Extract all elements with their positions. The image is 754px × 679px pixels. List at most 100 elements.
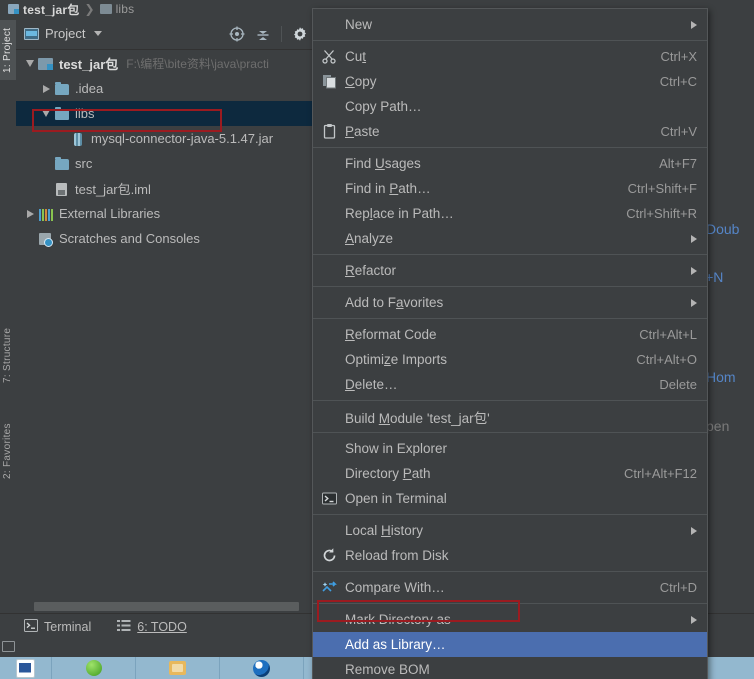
status-window-icon [2,641,15,652]
stripe-button-structure[interactable]: 7: Structure [0,318,16,392]
chevron-down-icon[interactable] [94,31,103,36]
menu-item-optimize-imports[interactable]: Optimize Imports Ctrl+Alt+O [313,347,707,372]
context-menu[interactable]: New Cut Ctrl+X Copy Ctrl+C Copy Path… Paste Ctr… [312,8,708,679]
terminal-icon [321,490,338,507]
menu-separator [313,603,707,604]
tree-label-scratches: Scratches and Consoles [59,231,200,246]
word-icon [16,658,35,678]
menu-separator [313,514,707,515]
stripe-button-favorites[interactable]: 2: Favorites [0,408,16,494]
tree-row-scratches[interactable]: Scratches and Consoles [16,226,314,251]
menu-item-reformat-code[interactable]: Reformat Code Ctrl+Alt+L [313,322,707,347]
twisty-expanded-icon[interactable] [38,110,54,117]
menu-item-compare-with[interactable]: Compare With… Ctrl+D [313,575,707,600]
menu-separator [313,254,707,255]
menu-item-analyze[interactable]: Analyze [313,226,707,251]
menu-item-remove-bom[interactable]: Remove BOM [313,657,707,679]
tree-row-idea[interactable]: .idea [16,76,314,101]
menu-item-label: Replace in Path… [345,206,454,221]
taskbar-item-3[interactable] [220,657,304,679]
editor-hint-3-text: Hom [706,369,736,385]
menu-separator [313,432,707,433]
menu-item-refactor[interactable]: Refactor [313,258,707,283]
clipboard-icon [321,123,338,140]
menu-item-add-as-library[interactable]: Add as Library… [313,632,707,657]
menu-item-show-in-explorer[interactable]: Show in Explorer [313,436,707,461]
tree-row-iml[interactable]: test_jar包.iml [16,176,314,201]
menu-separator [313,286,707,287]
module-icon [38,56,54,72]
menu-item-new[interactable]: New [313,12,707,37]
project-hscrollbar[interactable] [16,601,306,612]
tree-row-external-libraries[interactable]: External Libraries [16,201,314,226]
taskbar-item-1[interactable] [52,657,136,679]
tree-row-jar[interactable]: mysql-connector-java-5.1.47.jar [16,126,314,151]
locate-icon[interactable] [229,26,245,42]
menu-item-accelerator: Ctrl+Shift+R [626,206,697,221]
menu-item-copy[interactable]: Copy Ctrl+C [313,69,707,94]
breadcrumb-item-module[interactable]: test_jar包 [8,1,80,18]
chevron-right-icon [691,234,697,243]
project-toolbar-buttons [229,25,308,42]
menu-item-paste[interactable]: Paste Ctrl+V [313,119,707,144]
twisty-collapsed-icon[interactable] [22,209,38,218]
tree-label-jar: mysql-connector-java-5.1.47.jar [91,131,274,146]
menu-item-label: Build Module 'test_jar包' [345,410,490,426]
folder-image-icon [169,661,186,675]
menu-item-local-history[interactable]: Local History [313,518,707,543]
collapse-all-icon[interactable] [255,26,271,42]
module-icon [8,4,19,14]
blue-disc-icon [253,659,270,677]
menu-item-open-in-terminal[interactable]: Open in Terminal [313,486,707,511]
editor-hint-1: Doub [706,221,739,237]
menu-item-label: Copy [345,74,377,89]
editor-hint-4: pen [706,418,729,434]
twisty-expanded-icon[interactable] [22,60,38,67]
project-title-group[interactable]: Project [24,26,229,41]
menu-item-label: Directory Path [345,466,431,481]
editor-hint-1-text: Doub [706,221,740,237]
ide-window: test_jar包 ❯ libs 1: Project 7: Structure… [0,0,754,679]
breadcrumb-item-folder[interactable]: libs [99,2,135,16]
menu-item-find-usages[interactable]: Find Usages Alt+F7 [313,151,707,176]
menu-separator [313,571,707,572]
taskbar-item-2[interactable] [136,657,220,679]
menu-item-add-to-favorites[interactable]: Add to Favorites [313,290,707,315]
menu-item-mark-directory-as[interactable]: Mark Directory as [313,607,707,632]
toolbar-divider [281,25,282,42]
menu-item-label: Reload from Disk [345,548,449,563]
menu-item-accelerator: Ctrl+V [660,124,697,139]
menu-item-build-module-test-jar[interactable]: Build Module 'test_jar包' [313,404,707,429]
folder-icon [99,4,112,14]
menu-item-replace-in-path[interactable]: Replace in Path… Ctrl+Shift+R [313,201,707,226]
menu-item-find-in-path[interactable]: Find in Path… Ctrl+Shift+F [313,176,707,201]
gear-icon[interactable] [292,26,308,42]
iml-file-icon [54,181,70,197]
menu-item-label: Show in Explorer [345,441,448,456]
bottom-item-todo[interactable]: 6: TODO [117,619,187,635]
editor-hint-3: Hom [706,369,736,385]
menu-item-directory-path[interactable]: Directory Path Ctrl+Alt+F12 [313,461,707,486]
breadcrumb-label-module: test_jar包 [23,2,80,17]
menu-item-reload-from-disk[interactable]: Reload from Disk [313,543,707,568]
scratches-icon [38,231,54,247]
menu-item-copy-path[interactable]: Copy Path… [313,94,707,119]
terminal-icon [24,618,38,635]
menu-item-delete[interactable]: Delete… Delete [313,372,707,397]
taskbar-item-0[interactable] [0,657,52,679]
twisty-collapsed-icon[interactable] [38,84,54,93]
tree-row-src[interactable]: src [16,151,314,176]
menu-item-cut[interactable]: Cut Ctrl+X [313,44,707,69]
project-tree[interactable]: test_jar包 F:\编程\bite资料\java\practi .idea… [16,51,314,613]
menu-item-label: Reformat Code [345,327,437,342]
folder-icon [54,156,70,172]
bottom-item-terminal[interactable]: Terminal [24,618,91,635]
folder-icon [54,81,70,97]
green-circle-icon [85,660,102,676]
menu-item-accelerator: Ctrl+C [659,74,697,89]
tree-row-libs[interactable]: libs [16,101,314,126]
stripe-button-project[interactable]: 1: Project [0,20,16,80]
chevron-right-icon [691,20,697,29]
tree-row-module[interactable]: test_jar包 F:\编程\bite资料\java\practi [16,51,314,76]
project-hscrollbar-thumb[interactable] [34,602,299,611]
